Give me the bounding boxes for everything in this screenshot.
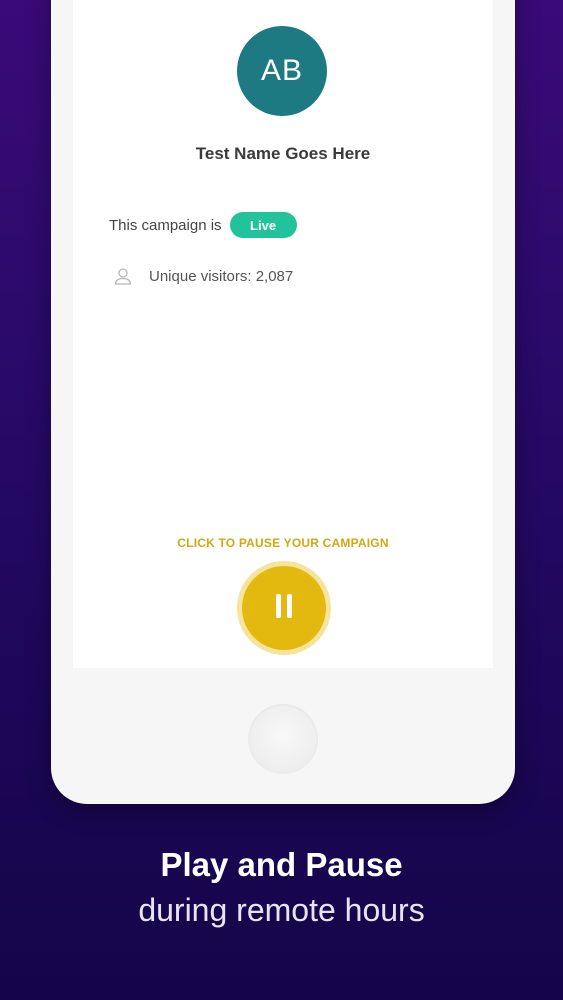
avatar: AB bbox=[237, 26, 327, 116]
phone-mockup: AB Test Name Goes Here This campaign is … bbox=[51, 0, 515, 804]
phone-home-button bbox=[248, 704, 318, 774]
campaign-status-row: This campaign is Live bbox=[109, 212, 297, 238]
campaign-status-label: This campaign is bbox=[109, 216, 222, 234]
live-status-badge: Live bbox=[229, 212, 297, 238]
pause-campaign-button[interactable] bbox=[242, 566, 326, 650]
caption-headline: Play and Pause bbox=[160, 846, 403, 883]
pause-button-ring bbox=[237, 561, 331, 655]
avatar-initials: AB bbox=[260, 54, 304, 87]
unique-visitors-label: Unique visitors: 2,087 bbox=[149, 267, 294, 285]
profile-name: Test Name Goes Here bbox=[195, 144, 371, 163]
unique-visitors-row: Unique visitors: 2,087 bbox=[113, 266, 293, 286]
phone-screen: AB Test Name Goes Here This campaign is … bbox=[73, 0, 493, 668]
caption-subheadline: during remote hours bbox=[138, 892, 425, 928]
pause-hint-text: CLICK TO PAUSE YOUR CAMPAIGN bbox=[177, 536, 389, 550]
user-outline-icon bbox=[113, 266, 133, 286]
pause-icon bbox=[274, 593, 294, 624]
